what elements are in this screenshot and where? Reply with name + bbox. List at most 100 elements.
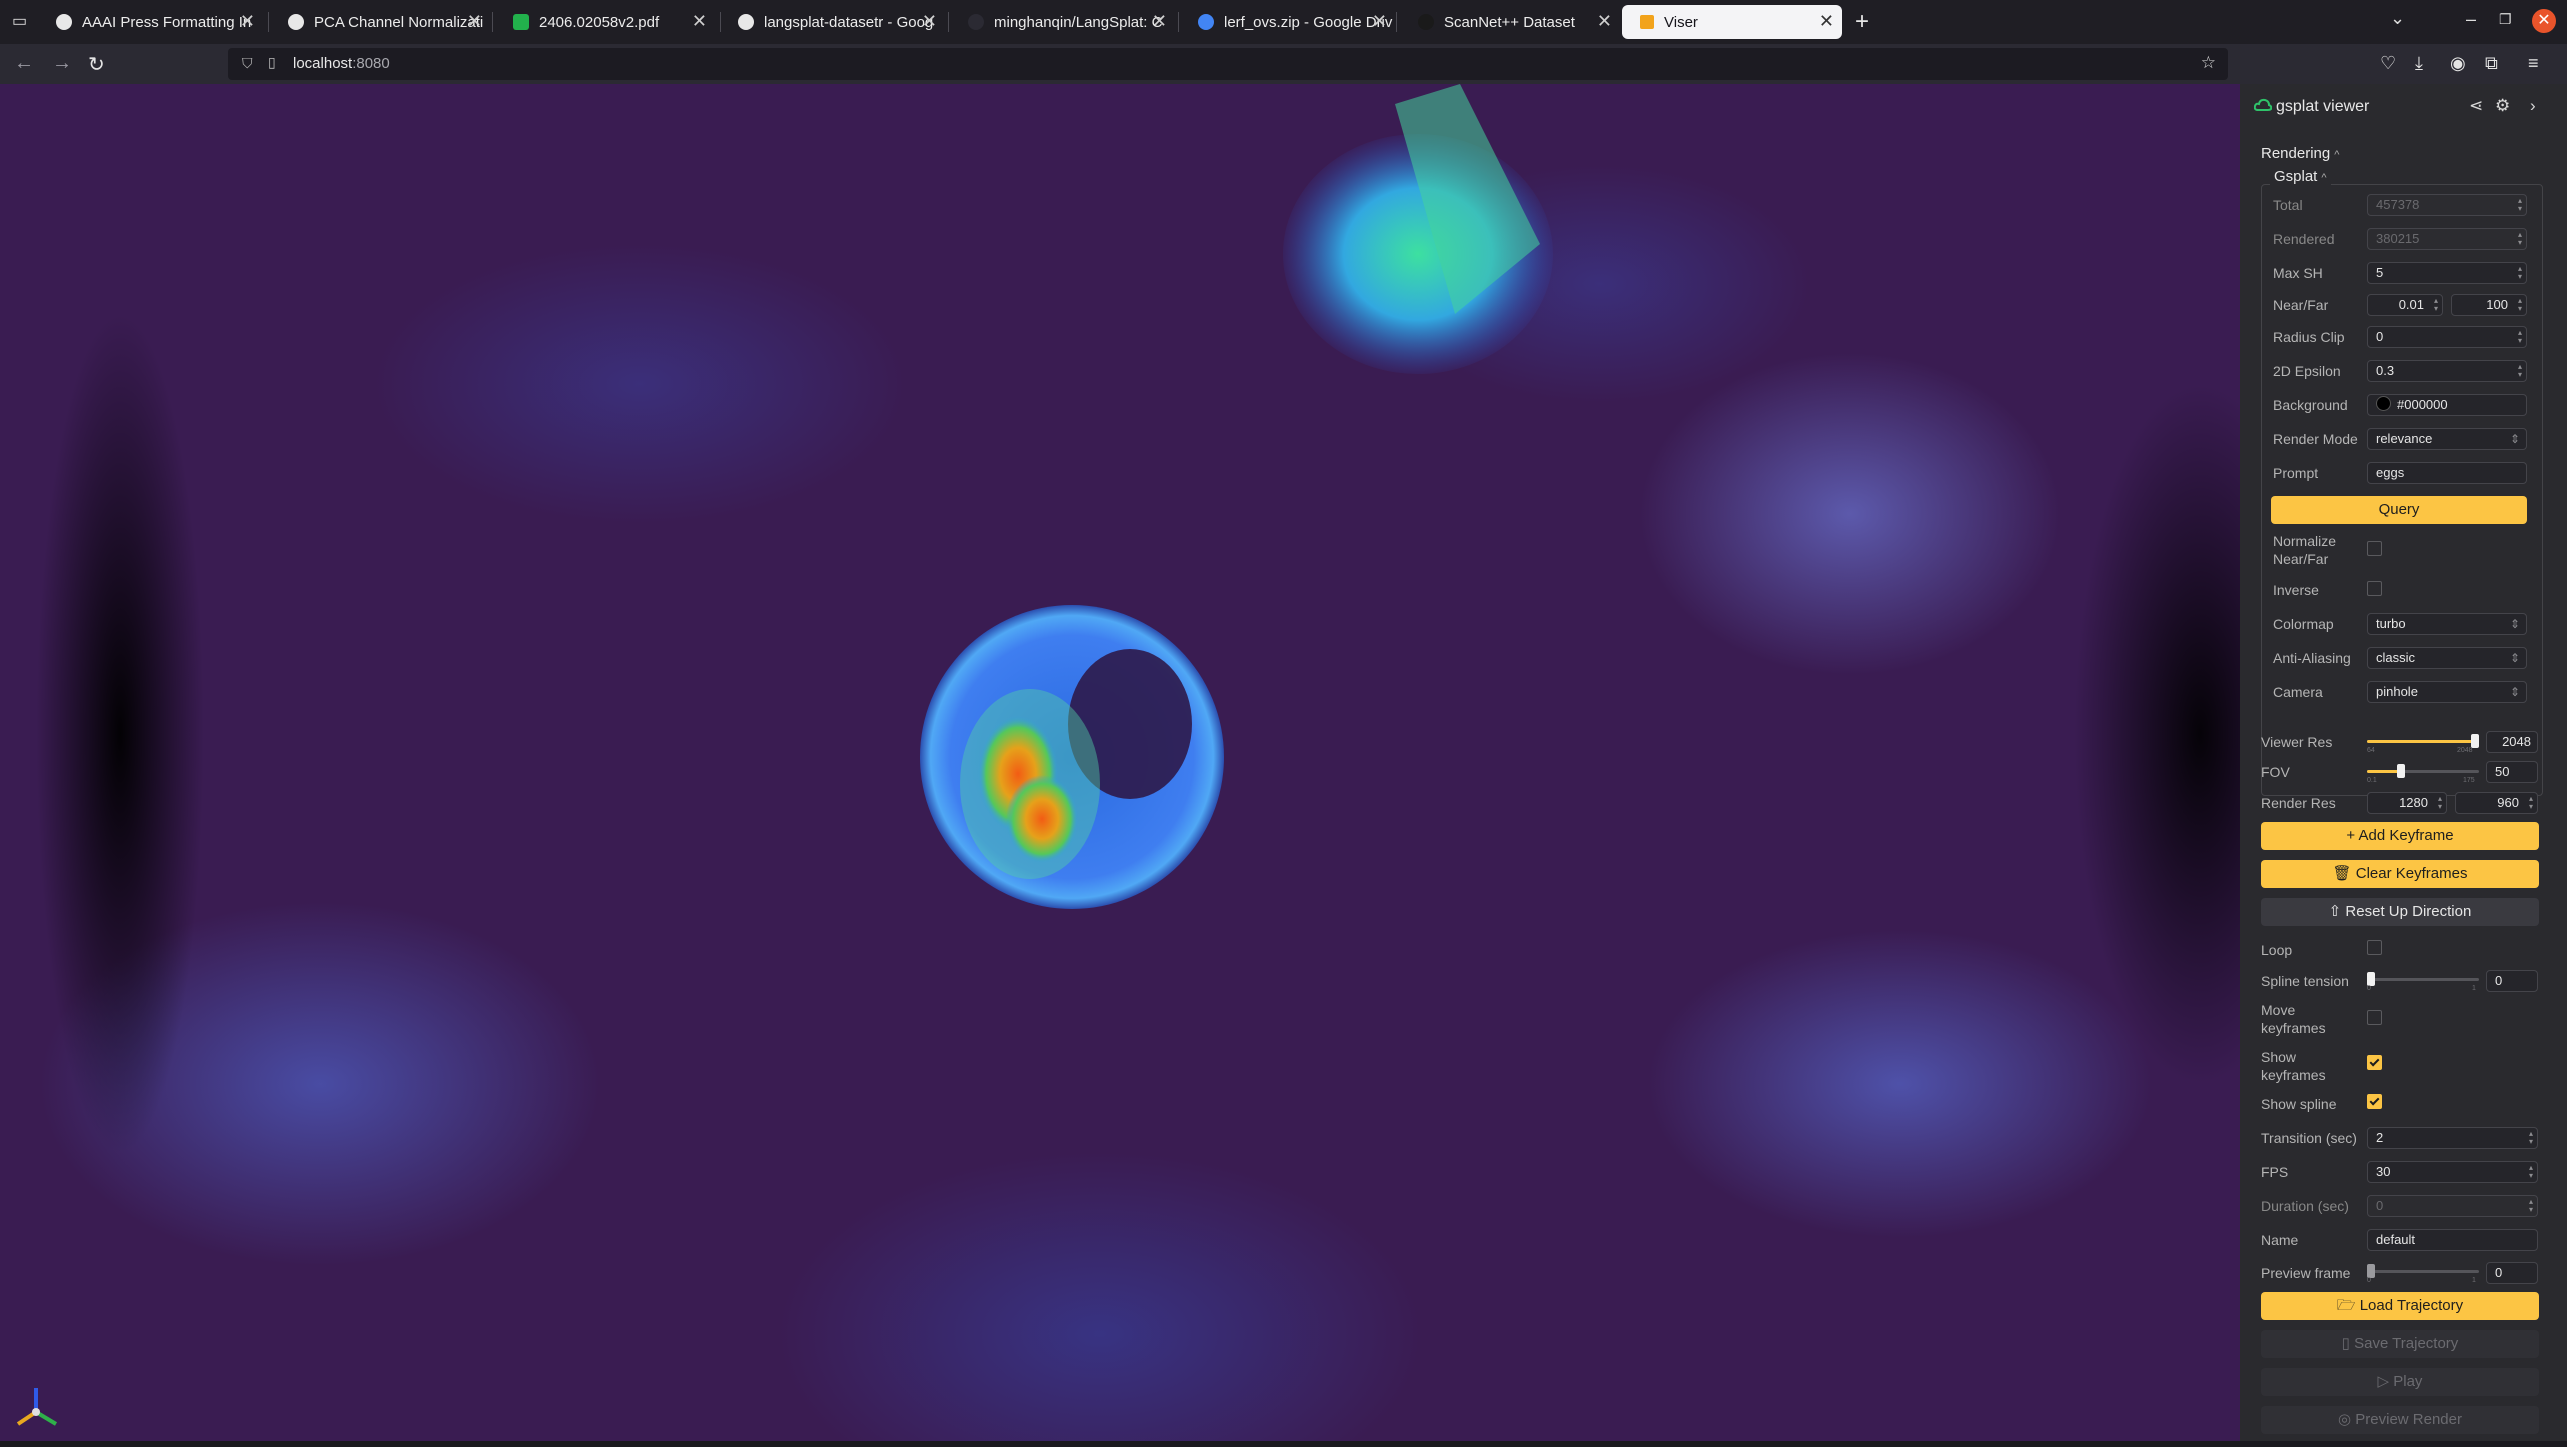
tab-list-chevron-icon[interactable]: ⌄ <box>2390 8 2405 29</box>
load-trajectory-button[interactable]: 🗁 Load Trajectory <box>2261 1292 2539 1320</box>
spinner-icon[interactable]: ▴ ▾ <box>2529 1130 2533 1146</box>
duration-text: 0 <box>2376 1198 2384 1213</box>
preview-render-button[interactable]: ◎ Preview Render <box>2261 1406 2539 1434</box>
address-bar[interactable]: ⛉ ▯ localhost:8080 ☆ <box>228 48 2228 80</box>
settings-sliders-icon[interactable]: ⚙ <box>2495 96 2510 116</box>
color-swatch-icon[interactable] <box>2376 396 2391 411</box>
query-button[interactable]: Query <box>2271 496 2527 524</box>
viewer-res-slider[interactable]: 64 2048 <box>2367 734 2479 754</box>
tab-scannet[interactable]: ScanNet++ Dataset ✕ <box>1400 5 1620 39</box>
gsplat-section-header[interactable]: Gsplat ^ <box>2270 168 2331 185</box>
inverse-checkbox[interactable] <box>2367 581 2382 596</box>
extensions-icon[interactable]: ⧉ <box>2485 53 2498 74</box>
add-keyframe-button[interactable]: + Add Keyframe <box>2261 822 2539 850</box>
fps-input[interactable]: 30 ▴ ▾ <box>2367 1161 2538 1183</box>
camera-select[interactable]: pinhole ⇕ <box>2367 681 2527 703</box>
spinner-icon[interactable]: ▴ ▾ <box>2518 265 2522 281</box>
far-input[interactable]: 100 ▴ ▾ <box>2451 294 2527 316</box>
browser-tab-bar: ▭ AAAI Press Formatting In ✕ PCA Channel… <box>0 0 2567 44</box>
fov-slider[interactable]: 0.1 175 <box>2367 764 2479 784</box>
fov-input[interactable]: 50 <box>2486 761 2538 783</box>
share-icon[interactable]: ⋖ <box>2469 96 2483 116</box>
tab-aaai[interactable]: AAAI Press Formatting In ✕ <box>38 5 263 39</box>
clear-keyframes-button[interactable]: 🗑 Clear Keyframes <box>2261 860 2539 888</box>
render-width-input[interactable]: 1280 ▴ ▾ <box>2367 792 2447 814</box>
account-icon[interactable]: ◉ <box>2450 53 2466 74</box>
tab-close-icon[interactable]: ✕ <box>1152 11 1167 32</box>
tab-pca[interactable]: PCA Channel Normalizati ✕ <box>270 5 490 39</box>
tab-viser[interactable]: Viser ✕ <box>1622 5 1842 39</box>
transition-input[interactable]: 2 ▴ ▾ <box>2367 1127 2538 1149</box>
tab-overview-icon[interactable]: ▭ <box>12 11 27 31</box>
render-height-input[interactable]: 960 ▴ ▾ <box>2455 792 2538 814</box>
background-color-input[interactable]: #000000 <box>2367 394 2527 416</box>
name-input[interactable]: default <box>2367 1229 2538 1251</box>
slider-thumb[interactable] <box>2471 734 2479 748</box>
loop-checkbox[interactable] <box>2367 940 2382 955</box>
render-mode-select[interactable]: relevance ⇕ <box>2367 428 2527 450</box>
window-close-button[interactable]: ✕ <box>2532 9 2556 33</box>
tab-langsplat-dataset[interactable]: langsplat-datasetr - Goog ✕ <box>720 5 945 39</box>
spinner-icon[interactable]: ▴ ▾ <box>2518 297 2522 313</box>
spinner-icon[interactable]: ▴ ▾ <box>2438 795 2442 811</box>
tab-close-icon[interactable]: ✕ <box>692 11 707 32</box>
show-keyframes-checkbox[interactable] <box>2367 1055 2382 1070</box>
page-info-icon[interactable]: ▯ <box>268 54 276 71</box>
near-input[interactable]: 0.01 ▴ ▾ <box>2367 294 2443 316</box>
anti-aliasing-select[interactable]: classic ⇕ <box>2367 647 2527 669</box>
tab-close-icon[interactable]: ✕ <box>1819 11 1834 32</box>
tab-close-icon[interactable]: ✕ <box>240 11 255 32</box>
rendering-section-header[interactable]: Rendering ^ <box>2261 145 2339 162</box>
spinner-icon[interactable]: ▴ ▾ <box>2529 795 2533 811</box>
tab-close-icon[interactable]: ✕ <box>1372 11 1387 32</box>
tab-google-drive[interactable]: lerf_ovs.zip - Google Driv ✕ <box>1180 5 1395 39</box>
preview-frame-input[interactable]: 0 <box>2486 1262 2538 1284</box>
reset-up-button[interactable]: ⇧ Reset Up Direction <box>2261 898 2539 926</box>
pocket-icon[interactable]: ♡ <box>2380 53 2396 74</box>
preview-frame-slider[interactable]: 0 1 <box>2367 1264 2479 1284</box>
tab-close-icon[interactable]: ✕ <box>1597 11 1612 32</box>
viewer-res-input[interactable]: 2048 <box>2486 731 2538 753</box>
tab-close-icon[interactable]: ✕ <box>467 11 482 32</box>
epsilon-input[interactable]: 0.3 ▴ ▾ <box>2367 360 2527 382</box>
viewer-canvas[interactable] <box>0 84 2240 1441</box>
shield-icon[interactable]: ⛉ <box>242 55 253 72</box>
forward-arrow-icon[interactable]: → <box>52 52 72 75</box>
downloads-icon[interactable]: ⤓ <box>2415 53 2423 74</box>
radius-clip-input[interactable]: 0 ▴ ▾ <box>2367 326 2527 348</box>
spinner-icon[interactable]: ▴ ▾ <box>2529 1164 2533 1180</box>
slider-thumb[interactable] <box>2367 972 2375 986</box>
normalize-label-1: Normalize <box>2273 533 2337 549</box>
prompt-input[interactable]: eggs <box>2367 462 2527 484</box>
spinner-icon[interactable]: ▴ ▾ <box>2434 297 2438 313</box>
save-trajectory-button[interactable]: ▯ Save Trajectory <box>2261 1330 2539 1358</box>
reload-icon[interactable]: ↻ <box>88 52 105 77</box>
slider-min-tick: 0.1 <box>2367 777 2377 784</box>
slider-min-tick: 0 <box>2367 985 2371 992</box>
menu-icon[interactable]: ≡ <box>2528 53 2539 74</box>
spinner-icon[interactable]: ▴ ▾ <box>2518 329 2522 345</box>
collapse-chevron-icon[interactable]: › <box>2530 96 2536 116</box>
normalize-checkbox[interactable] <box>2367 541 2382 556</box>
spline-tension-slider[interactable]: 0 1 <box>2367 972 2479 992</box>
back-arrow-icon[interactable]: ← <box>14 52 34 75</box>
max-sh-input[interactable]: 5 ▴ ▾ <box>2367 262 2527 284</box>
minimize-icon[interactable]: – <box>2466 9 2476 30</box>
tab-close-icon[interactable]: ✕ <box>922 11 937 32</box>
max-sh-text: 5 <box>2376 265 2384 280</box>
slider-thumb[interactable] <box>2367 1264 2375 1278</box>
colormap-select[interactable]: turbo ⇕ <box>2367 613 2527 635</box>
epsilon-label: 2D Epsilon <box>2273 363 2341 379</box>
play-button[interactable]: ▷ Play <box>2261 1368 2539 1396</box>
slider-thumb[interactable] <box>2397 764 2405 778</box>
tab-pdf[interactable]: 2406.02058v2.pdf ✕ <box>495 5 715 39</box>
move-keyframes-checkbox[interactable] <box>2367 1010 2382 1025</box>
spline-tension-input[interactable]: 0 <box>2486 970 2538 992</box>
new-tab-button[interactable]: + <box>1855 8 1869 36</box>
restore-icon[interactable]: ❐ <box>2499 11 2512 28</box>
spinner-icon[interactable]: ▴ ▾ <box>2518 363 2522 379</box>
spinner-icon: ▴ ▾ <box>2517 196 2522 213</box>
tab-github[interactable]: minghanqin/LangSplat: C ✕ <box>950 5 1175 39</box>
bookmark-star-icon[interactable]: ☆ <box>2201 53 2216 73</box>
show-spline-checkbox[interactable] <box>2367 1094 2382 1109</box>
